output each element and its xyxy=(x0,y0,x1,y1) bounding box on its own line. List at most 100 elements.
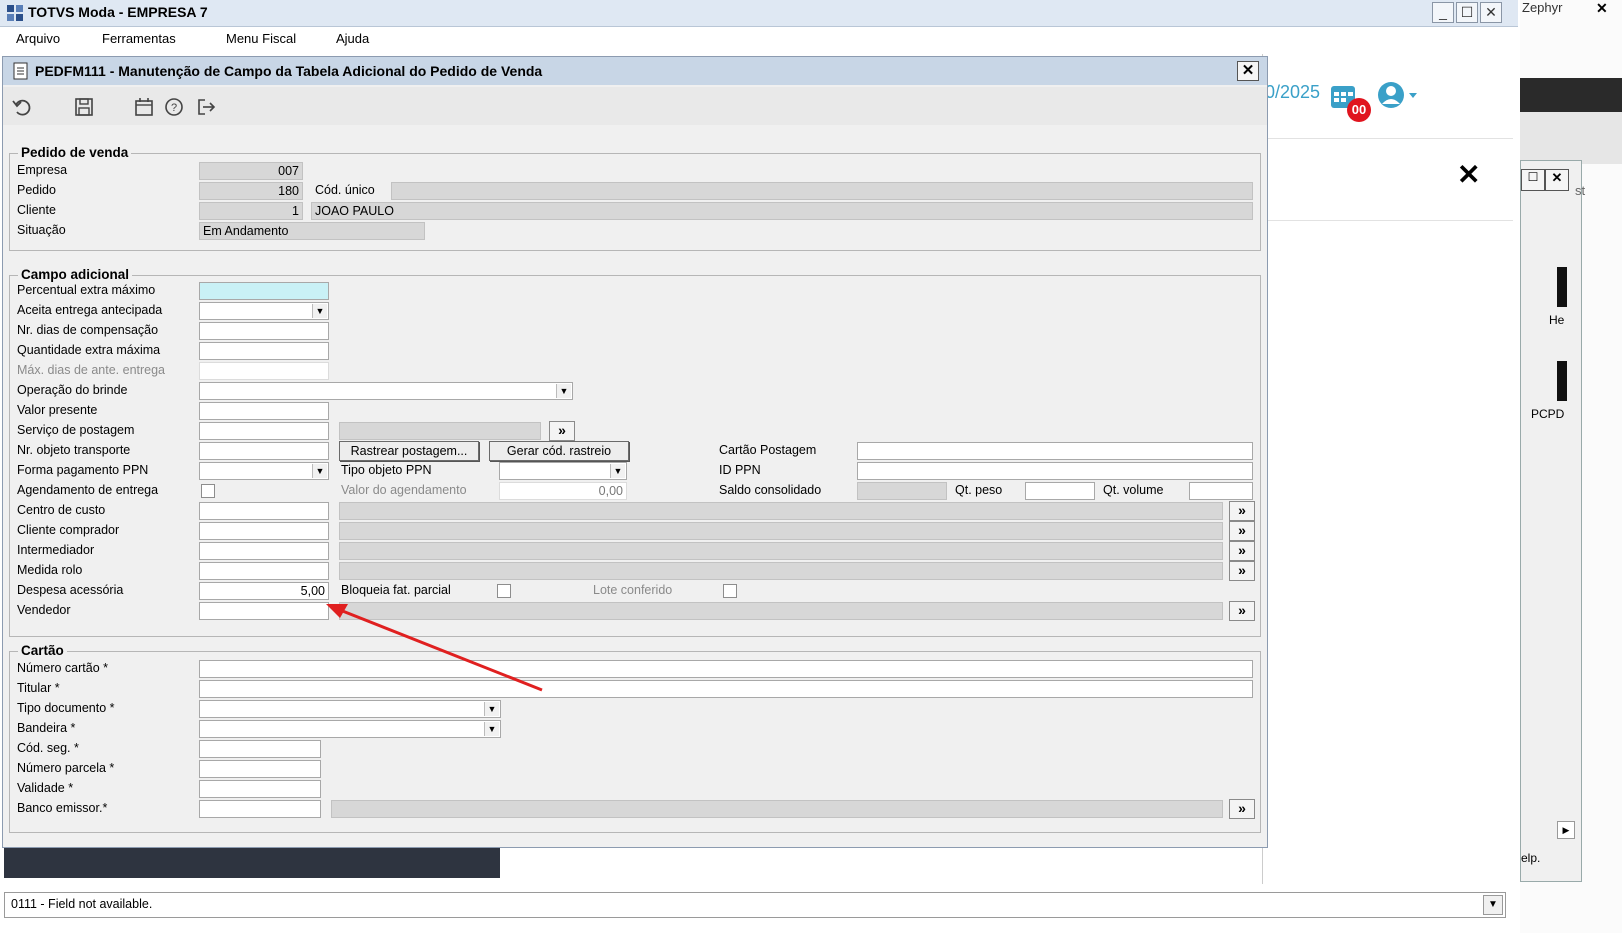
medida-rolo-field[interactable] xyxy=(199,562,329,580)
scroll-right-icon[interactable]: ▶ xyxy=(1557,821,1575,839)
cartao-postagem-field[interactable] xyxy=(857,442,1253,460)
medida-rolo-label: Medida rolo xyxy=(17,563,83,577)
background-band xyxy=(1520,78,1622,112)
chevron-down-icon[interactable]: ▼ xyxy=(484,722,499,736)
status-message: 0111 - Field not available. xyxy=(11,897,153,911)
close-icon[interactable]: ✕ xyxy=(1480,2,1502,23)
nr-dias-comp-field[interactable] xyxy=(199,322,329,340)
cliente-nome-field[interactable]: JOAO PAULO xyxy=(311,202,1253,220)
help-icon[interactable]: ? xyxy=(163,96,185,118)
chevron-down-icon[interactable]: ▼ xyxy=(484,702,499,716)
banco-lookup-button[interactable]: » xyxy=(1229,799,1255,819)
rastrear-postagem-button[interactable]: Rastrear postagem... xyxy=(339,441,479,461)
medida-rolo-desc xyxy=(339,562,1223,580)
intermediador-field[interactable] xyxy=(199,542,329,560)
maximize-icon[interactable]: ☐ xyxy=(1521,169,1545,191)
cod-unico-label: Cód. único xyxy=(315,183,375,197)
exit-icon[interactable] xyxy=(195,96,217,118)
intermediador-desc xyxy=(339,542,1223,560)
vendedor-label: Vendedor xyxy=(17,603,71,617)
chevron-down-icon[interactable]: ▼ xyxy=(312,304,327,318)
bloqueia-fat-label: Bloqueia fat. parcial xyxy=(341,583,451,597)
dialog-title-bar: PEDFM111 - Manutenção de Campo da Tabela… xyxy=(3,57,1267,85)
medida-rolo-lookup-button[interactable]: » xyxy=(1229,561,1255,581)
vendedor-lookup-button[interactable]: » xyxy=(1229,601,1255,621)
tipo-documento-select[interactable]: ▼ xyxy=(199,700,501,718)
chevron-down-icon[interactable]: ▼ xyxy=(610,464,625,478)
numero-cartao-label: Número cartão * xyxy=(17,661,109,675)
user-avatar-icon[interactable] xyxy=(1377,80,1419,110)
calendar-icon[interactable] xyxy=(133,96,155,118)
maximize-icon[interactable]: ☐ xyxy=(1456,2,1478,23)
numero-parcela-field[interactable] xyxy=(199,760,321,778)
forma-pagamento-select[interactable]: ▼ xyxy=(199,462,329,480)
lote-conferido-checkbox[interactable] xyxy=(723,584,737,598)
servico-postagem-desc xyxy=(339,422,541,440)
save-icon[interactable] xyxy=(73,96,95,118)
qt-volume-label: Qt. volume xyxy=(1103,483,1164,497)
centro-custo-field[interactable] xyxy=(199,502,329,520)
despesa-acessoria-field[interactable]: 5,00 xyxy=(199,582,329,600)
empresa-field[interactable]: 007 xyxy=(199,162,303,180)
banco-emissor-field[interactable] xyxy=(199,800,321,818)
bandeira-select[interactable]: ▼ xyxy=(199,720,501,738)
max-dias-ante-field[interactable] xyxy=(199,362,329,380)
app-tile-icon[interactable] xyxy=(1557,267,1567,307)
bloqueia-fat-checkbox[interactable] xyxy=(497,584,511,598)
titular-field[interactable] xyxy=(199,680,1253,698)
cliente-comprador-lookup-button[interactable]: » xyxy=(1229,521,1255,541)
bandeira-label: Bandeira * xyxy=(17,721,76,735)
chevron-down-icon[interactable]: ▼ xyxy=(312,464,327,478)
quantidade-extra-label: Quantidade extra máxima xyxy=(17,343,161,357)
status-bar[interactable]: 0111 - Field not available. ▼ xyxy=(4,892,1506,918)
qt-volume-field[interactable] xyxy=(1189,482,1253,500)
servico-lookup-button[interactable]: » xyxy=(549,421,575,441)
chevron-down-icon[interactable]: ▼ xyxy=(556,384,571,398)
validade-label: Validade * xyxy=(17,781,74,795)
close-icon[interactable]: ✕ xyxy=(1596,0,1608,17)
valor-agendamento-field[interactable]: 0,00 xyxy=(499,482,627,500)
chevron-down-icon[interactable]: ▼ xyxy=(1483,895,1503,915)
intermediador-lookup-button[interactable]: » xyxy=(1229,541,1255,561)
vendedor-field[interactable] xyxy=(199,602,329,620)
situacao-field[interactable]: Em Andamento xyxy=(199,222,425,240)
menu-fiscal[interactable]: Menu Fiscal xyxy=(226,31,296,46)
nr-objeto-field[interactable] xyxy=(199,442,329,460)
percentual-extra-field[interactable] xyxy=(199,282,329,300)
valor-presente-label: Valor presente xyxy=(17,403,98,417)
pedido-field[interactable]: 180 xyxy=(199,182,303,200)
cliente-comprador-field[interactable] xyxy=(199,522,329,540)
vendedor-desc xyxy=(339,602,1223,620)
close-icon[interactable]: ✕ xyxy=(1457,158,1480,191)
cod-unico-field[interactable] xyxy=(391,182,1253,200)
menu-arquivo[interactable]: Arquivo xyxy=(16,31,60,46)
valor-agendamento-label: Valor do agendamento xyxy=(341,483,467,497)
app-title-bar: TOTVS Moda - EMPRESA 7 _ ☐ ✕ xyxy=(0,0,1518,27)
servico-postagem-field[interactable] xyxy=(199,422,329,440)
undo-icon[interactable] xyxy=(11,96,33,118)
close-icon[interactable]: ✕ xyxy=(1237,61,1259,81)
background-panel xyxy=(1520,112,1622,164)
operacao-brinde-select[interactable]: ▼ xyxy=(199,382,573,400)
menu-ferramentas[interactable]: Ferramentas xyxy=(102,31,176,46)
titular-label: Titular * xyxy=(17,681,60,695)
qt-peso-field[interactable] xyxy=(1025,482,1095,500)
cod-seg-field[interactable] xyxy=(199,740,321,758)
gerar-cod-rastreio-button[interactable]: Gerar cód. rastreio xyxy=(489,441,629,461)
menu-ajuda[interactable]: Ajuda xyxy=(336,31,369,46)
valor-presente-field[interactable] xyxy=(199,402,329,420)
minimize-icon[interactable]: _ xyxy=(1432,2,1454,23)
centro-custo-lookup-button[interactable]: » xyxy=(1229,501,1255,521)
app-tile-icon[interactable] xyxy=(1557,361,1567,401)
tipo-objeto-select[interactable]: ▼ xyxy=(499,462,627,480)
agendamento-checkbox[interactable] xyxy=(201,484,215,498)
cliente-codigo-field[interactable]: 1 xyxy=(199,202,303,220)
quantidade-extra-field[interactable] xyxy=(199,342,329,360)
numero-cartao-field[interactable] xyxy=(199,660,1253,678)
validade-field[interactable] xyxy=(199,780,321,798)
cod-seg-label: Cód. seg. * xyxy=(17,741,79,755)
aceita-entrega-select[interactable]: ▼ xyxy=(199,302,329,320)
close-icon[interactable]: ✕ xyxy=(1545,169,1569,191)
centro-custo-desc xyxy=(339,502,1223,520)
id-ppn-field[interactable] xyxy=(857,462,1253,480)
